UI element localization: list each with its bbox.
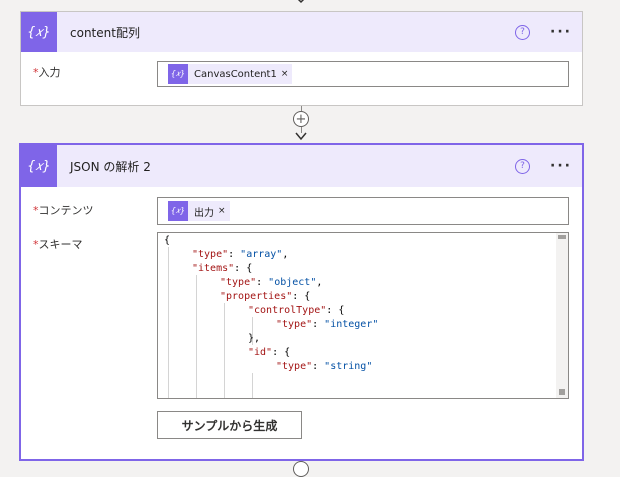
- variable-icon: {𝑥}: [168, 64, 188, 84]
- remove-icon[interactable]: ×: [218, 206, 226, 216]
- card-header[interactable]: {𝑥} JSON の解析 2 ? ···: [21, 145, 582, 187]
- variable-icon: {𝑥}: [168, 201, 188, 221]
- variable-icon: {𝑥}: [21, 145, 57, 187]
- scrollbar-thumb[interactable]: [558, 235, 566, 239]
- dynamic-content-token[interactable]: {𝑥} CanvasContent1 ×: [168, 64, 293, 84]
- token-label: CanvasContent1: [194, 68, 277, 80]
- card-title: JSON の解析 2: [70, 159, 151, 174]
- generate-from-sample-button[interactable]: サンプルから生成: [157, 411, 302, 439]
- action-card-content-array: {𝑥} content配列 ? ··· *入力 {𝑥} CanvasConten…: [20, 11, 583, 106]
- help-icon[interactable]: ?: [515, 158, 530, 174]
- plus-icon[interactable]: +: [293, 111, 309, 127]
- code-line: "controlType": {: [248, 305, 345, 316]
- plus-icon[interactable]: [293, 461, 309, 477]
- action-card-parse-json: {𝑥} JSON の解析 2 ? ··· *コンテンツ {𝑥} 出力 × *スキ…: [20, 144, 583, 460]
- token-label: 出力: [194, 207, 214, 219]
- code-line: "items": {: [192, 263, 253, 274]
- code-line: "type": "array",: [192, 249, 289, 260]
- arrow-down-icon: [297, 0, 305, 4]
- code-line: "id": {: [248, 347, 291, 358]
- input-field[interactable]: {𝑥} CanvasContent1 ×: [157, 61, 569, 87]
- more-icon[interactable]: ···: [550, 158, 572, 174]
- code-line: },: [248, 333, 261, 344]
- schema-code-editor[interactable]: { "type": "array", "items": { "type": "o…: [157, 232, 569, 399]
- dynamic-content-token[interactable]: {𝑥} 出力 ×: [168, 201, 230, 221]
- code-line: "type": "integer": [276, 319, 379, 330]
- input-label: *入力: [33, 64, 61, 80]
- help-icon[interactable]: ?: [515, 24, 530, 40]
- card-header[interactable]: {𝑥} content配列 ? ···: [21, 12, 582, 52]
- schema-label: *スキーマ: [33, 236, 83, 252]
- code-line: {: [164, 235, 171, 246]
- schema-label-text: スキーマ: [38, 238, 83, 251]
- code-line: "type": "object",: [220, 277, 323, 288]
- code-line: "properties": {: [220, 291, 311, 302]
- more-icon[interactable]: ···: [550, 24, 572, 40]
- scroll-down-icon[interactable]: [559, 389, 565, 395]
- content-field[interactable]: {𝑥} 出力 ×: [157, 197, 569, 225]
- variable-icon: {𝑥}: [21, 12, 57, 52]
- content-label: *コンテンツ: [33, 202, 94, 218]
- code-line: "type": "string": [276, 361, 373, 372]
- content-label-text: コンテンツ: [38, 204, 94, 217]
- card-title: content配列: [70, 25, 140, 40]
- remove-icon[interactable]: ×: [281, 69, 289, 79]
- editor-scrollbar[interactable]: [556, 233, 568, 398]
- arrow-down-icon: [295, 132, 307, 141]
- input-label-text: 入力: [38, 66, 61, 79]
